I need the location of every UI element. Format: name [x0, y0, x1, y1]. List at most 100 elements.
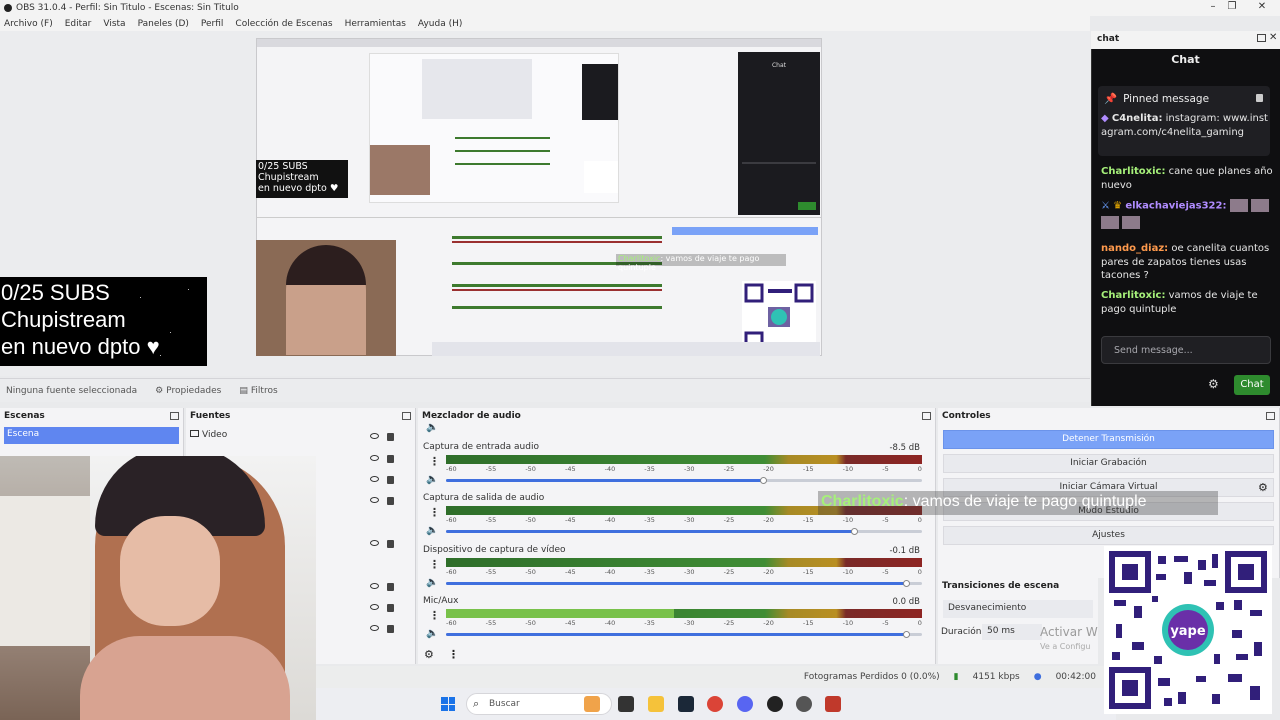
speaker-icon[interactable]: 🔈: [426, 628, 438, 639]
mini-webcam-2: [370, 145, 430, 195]
meter-tick-label: -5: [882, 516, 889, 524]
scene-item[interactable]: Escena: [4, 427, 179, 444]
task-view-icon[interactable]: [618, 696, 634, 712]
taskbar-widget-icon[interactable]: [584, 696, 600, 712]
qr-graphic: yape: [1109, 551, 1267, 709]
eye-icon[interactable]: [370, 540, 379, 546]
chat-send-button[interactable]: Chat: [1234, 375, 1270, 395]
eye-icon[interactable]: [370, 455, 379, 461]
undock-icon[interactable]: [1266, 412, 1275, 420]
menu-coleccion[interactable]: Colección de Escenas: [235, 19, 332, 29]
lock-icon[interactable]: [387, 433, 394, 441]
more-options-icon[interactable]: ⋮: [429, 609, 440, 622]
chat-message: nando_diaz: oe canelita cuantos pares de…: [1101, 242, 1273, 283]
menu-paneles[interactable]: Paneles (D): [138, 19, 189, 29]
app-icon[interactable]: [796, 696, 812, 712]
lock-icon[interactable]: [1256, 94, 1263, 102]
windows-start-icon[interactable]: [441, 697, 455, 711]
lock-icon[interactable]: [387, 540, 394, 548]
eye-icon[interactable]: [370, 583, 379, 589]
speaker-icon[interactable]: 🔈: [426, 577, 438, 588]
virtual-camera-gear-icon[interactable]: ⚙: [1258, 481, 1268, 494]
volume-slider[interactable]: [446, 631, 922, 638]
meter-tick-label: -20: [763, 516, 774, 524]
more-options-icon[interactable]: ⋮: [429, 506, 440, 519]
lock-icon[interactable]: [387, 583, 394, 591]
activate-windows-subtext: Ve a Configu: [1040, 642, 1091, 651]
minimize-button[interactable]: –: [1203, 1, 1223, 12]
pin-icon: 📌: [1104, 93, 1118, 105]
meter-tick-label: -55: [485, 568, 497, 576]
stop-streaming-button[interactable]: Detener Transmisión: [943, 430, 1274, 449]
meter-tick-label: -45: [564, 568, 576, 576]
close-icon[interactable]: ✕: [1269, 32, 1277, 43]
meter-tick-label: -30: [683, 465, 695, 473]
discord-icon[interactable]: [737, 696, 753, 712]
duration-input[interactable]: 50 ms: [982, 624, 1042, 640]
menu-perfil[interactable]: Perfil: [201, 19, 224, 29]
lock-icon[interactable]: [387, 604, 394, 612]
eye-icon[interactable]: [370, 476, 379, 482]
app-icon-2[interactable]: [825, 696, 841, 712]
chat-settings-gear-icon[interactable]: ⚙: [1208, 377, 1219, 391]
volume-slider[interactable]: [446, 528, 922, 535]
mini-subs-line-3: en nuevo dpto ♥: [258, 183, 339, 194]
meter-ticks: -60 -55 -50 -45 -40 -35 -30 -25 -20 -15 -10 -5 0: [446, 619, 922, 628]
meter-tick-label: -5: [882, 465, 889, 473]
chrome-icon[interactable]: [707, 696, 723, 712]
menu-editar[interactable]: Editar: [65, 19, 92, 29]
menu-vista[interactable]: Vista: [103, 19, 125, 29]
speaker-icon[interactable]: 🔈: [426, 474, 438, 485]
meter-tick-label: -35: [644, 568, 655, 576]
meter-tick-label: 0: [917, 619, 922, 627]
duration-label: Duración: [941, 627, 982, 637]
speaker-icon[interactable]: 🔈: [426, 525, 438, 536]
chat-dock-title: chat: [1097, 34, 1120, 44]
eye-icon[interactable]: [370, 433, 379, 439]
more-options-icon[interactable]: ⋮: [429, 455, 440, 468]
stream-time: 00:42:00: [1055, 672, 1096, 682]
meter-tick-label: -50: [525, 568, 536, 576]
menu-herramientas[interactable]: Herramientas: [345, 19, 406, 29]
eye-icon[interactable]: [370, 625, 379, 631]
properties-button[interactable]: ⚙ Propiedades: [155, 386, 221, 396]
start-recording-button[interactable]: Iniciar Grabación: [943, 454, 1274, 473]
obs-icon[interactable]: [767, 696, 783, 712]
more-options-icon[interactable]: ⋮: [429, 558, 440, 571]
undock-icon[interactable]: [402, 412, 411, 420]
chat-message-input[interactable]: Send message...: [1101, 336, 1271, 364]
menu-ayuda[interactable]: Ayuda (H): [418, 19, 462, 29]
obs-logo-icon: [4, 4, 12, 12]
lock-icon[interactable]: [387, 625, 394, 633]
undock-icon[interactable]: [170, 412, 179, 420]
volume-slider[interactable]: [446, 477, 922, 484]
volume-slider[interactable]: [446, 580, 922, 587]
meter-tick-label: -55: [485, 516, 497, 524]
file-explorer-icon[interactable]: [648, 696, 664, 712]
mixer-settings-gear-icon[interactable]: ⚙: [424, 648, 434, 661]
filters-button[interactable]: ▤ Filtros: [239, 386, 277, 396]
undock-icon[interactable]: [922, 412, 931, 420]
meter-ticks: -60 -55 -50 -45 -40 -35 -30 -25 -20 -15 -10 -5 0: [446, 516, 922, 525]
lock-icon[interactable]: [387, 497, 394, 505]
lock-icon[interactable]: [387, 476, 394, 484]
settings-button[interactable]: Ajustes: [943, 526, 1274, 545]
transition-select[interactable]: Desvanecimiento: [943, 600, 1093, 618]
close-button[interactable]: ✕: [1252, 1, 1272, 12]
speaker-icon[interactable]: 🔈: [426, 422, 438, 433]
source-item-video[interactable]: Video: [190, 430, 400, 448]
meter-tick-label: -35: [644, 465, 655, 473]
meter-tick-label: -10: [842, 568, 854, 576]
eye-icon[interactable]: [370, 604, 379, 610]
meter-ticks: -60 -55 -50 -45 -40 -35 -30 -25 -20 -15 -10 -5 0: [446, 465, 922, 474]
mini-overlay-user: Charlitoxic: [618, 254, 661, 263]
maximize-button[interactable]: ❐: [1222, 1, 1242, 12]
meter-tick-label: -20: [763, 568, 774, 576]
lock-icon[interactable]: [387, 455, 394, 463]
undock-icon[interactable]: [1257, 34, 1266, 42]
chat-user: Charlitoxic:: [1101, 290, 1166, 301]
menu-archivo[interactable]: Archivo (F): [4, 19, 53, 29]
eye-icon[interactable]: [370, 497, 379, 503]
steam-icon[interactable]: [678, 696, 694, 712]
mixer-menu-icon[interactable]: ⋮: [448, 648, 459, 661]
